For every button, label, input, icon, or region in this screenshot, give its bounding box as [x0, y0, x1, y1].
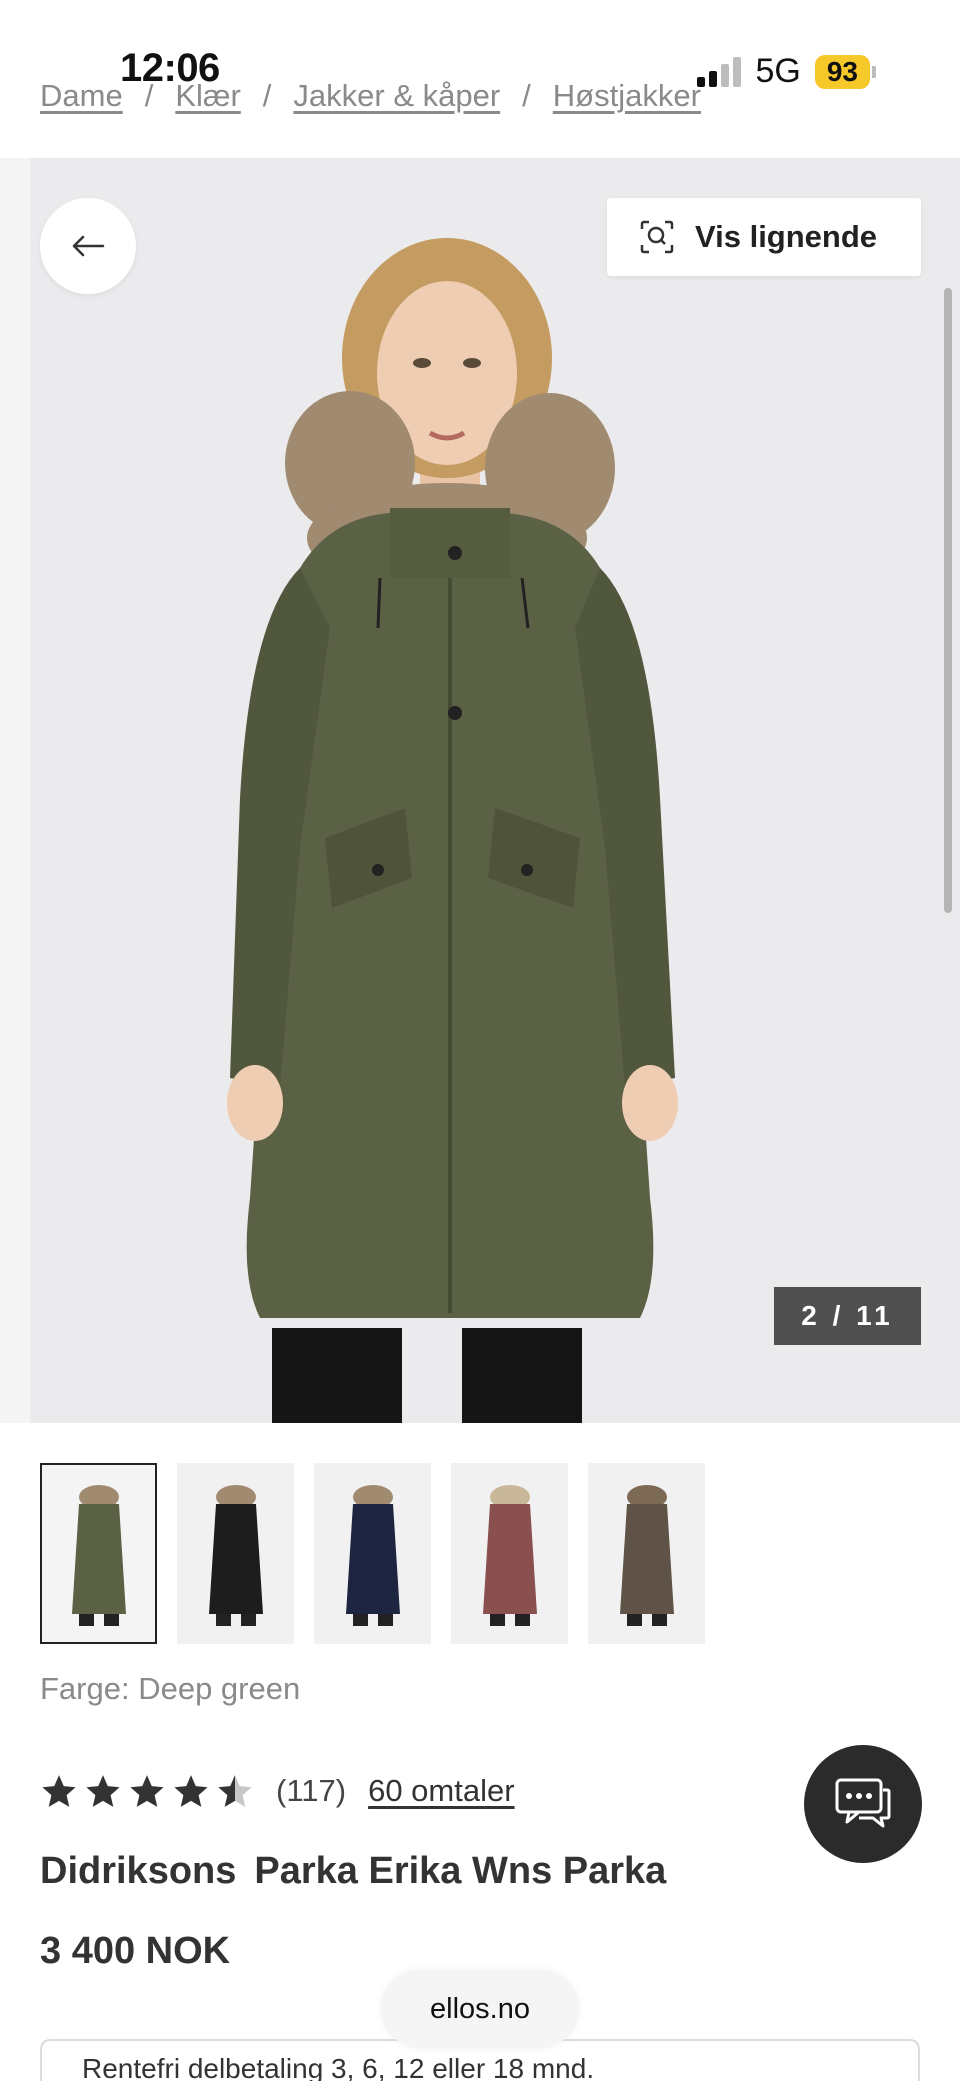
status-time: 12:06	[120, 46, 220, 90]
breadcrumb-separator: /	[522, 78, 531, 113]
url-bar[interactable]: ellos.no	[381, 1970, 579, 2048]
star-half-icon	[218, 1775, 252, 1807]
battery-level: 93	[814, 54, 870, 89]
thumbnail-rose[interactable]	[451, 1463, 568, 1644]
breadcrumb-link-dame[interactable]: Dame	[40, 78, 123, 114]
back-button[interactable]	[40, 198, 136, 294]
star-icon	[130, 1775, 164, 1807]
thumbnail-image	[619, 1484, 674, 1626]
thumbnail-image	[71, 1484, 126, 1626]
rating-count: (117)	[276, 1773, 347, 1808]
color-thumbnails	[40, 1463, 705, 1644]
status-indicators: 5G 93	[697, 52, 876, 91]
network-label: 5G	[755, 52, 801, 90]
product-name: Parka Erika Wns Parka	[254, 1850, 667, 1892]
product-brand[interactable]: Didriksons	[40, 1850, 236, 1892]
breadcrumb-link-jakker[interactable]: Jakker & kåper	[293, 78, 500, 114]
thumbnail-image	[345, 1484, 400, 1626]
star-icon	[42, 1775, 76, 1807]
rating-row: (117) 60 omtaler	[40, 1772, 515, 1810]
breadcrumb-separator: /	[262, 78, 272, 113]
gallery-scrollbar[interactable]	[944, 288, 952, 913]
thumbnail-black[interactable]	[177, 1463, 294, 1644]
battery-icon: 93	[814, 54, 876, 89]
thumbnail-navy[interactable]	[314, 1463, 431, 1644]
visual-search-icon	[640, 220, 674, 254]
signal-icon	[697, 56, 742, 87]
color-label: Farge: Deep green	[40, 1671, 301, 1706]
vis-lignende-button[interactable]: Vis lignende	[607, 198, 921, 276]
product-title: Didriksons Parka Erika Wns Parka	[40, 1850, 666, 1893]
product-image[interactable]	[150, 198, 750, 1423]
star-rating	[40, 1772, 254, 1810]
product-price: 3 400 NOK	[40, 1930, 231, 1972]
thumbnail-image	[208, 1484, 263, 1626]
star-icon	[86, 1775, 120, 1807]
star-icon	[174, 1775, 208, 1807]
chat-button[interactable]	[804, 1745, 922, 1863]
vis-lignende-label: Vis lignende	[695, 219, 878, 254]
product-image-gallery[interactable]: Vis lignende 2 / 11	[0, 158, 960, 1423]
breadcrumb-link-hostjakker[interactable]: Høstjakker	[553, 78, 701, 114]
thumbnail-image	[482, 1484, 537, 1626]
image-counter: 2 / 11	[774, 1287, 921, 1345]
chat-icon	[835, 1778, 891, 1828]
thumbnail-brown[interactable]	[588, 1463, 705, 1644]
arrow-left-icon	[72, 235, 105, 257]
thumbnail-deep-green[interactable]	[40, 1463, 157, 1644]
reviews-link[interactable]: 60 omtaler	[368, 1773, 514, 1809]
